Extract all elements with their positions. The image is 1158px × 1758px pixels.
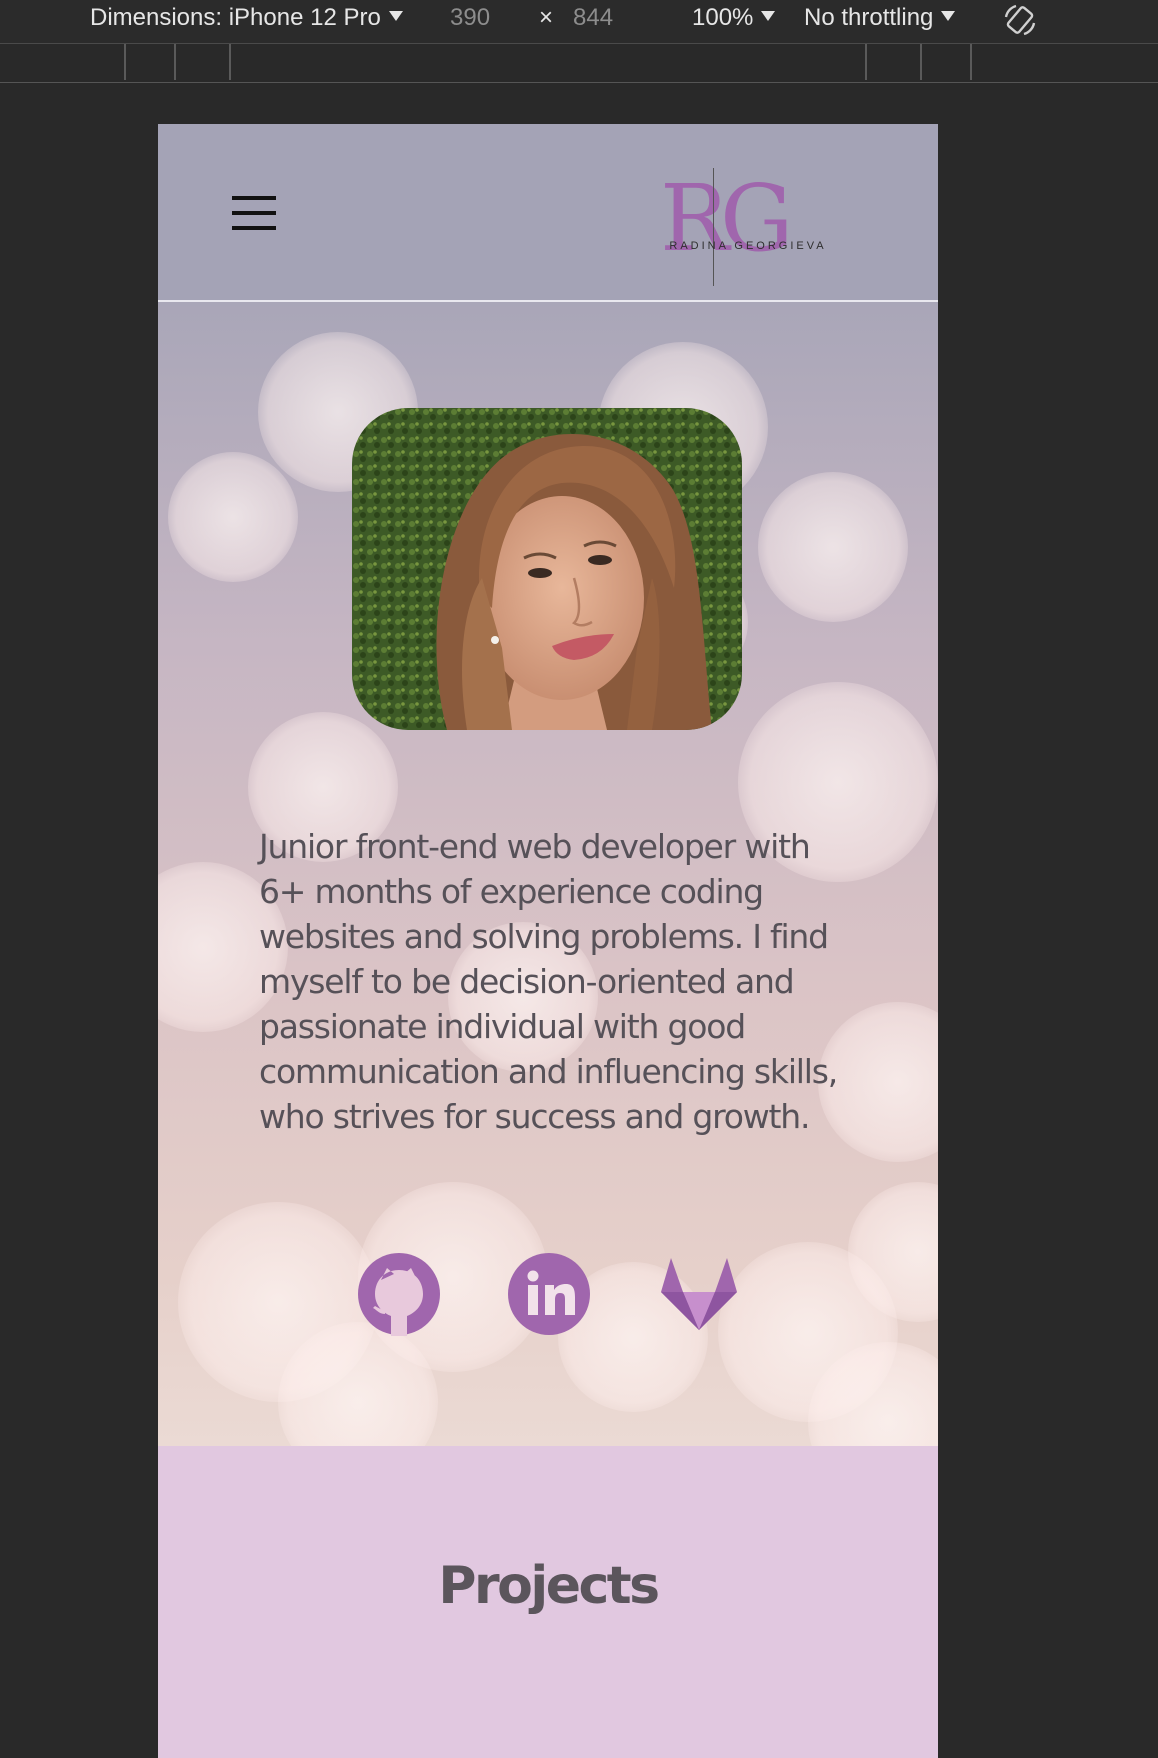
device-dimensions-label: Dimensions: iPhone 12 Pro [90,4,381,31]
throttling-label: No throttling [804,4,934,31]
dimension-times-sign: × [539,4,554,31]
throttling-dropdown[interactable]: No throttling [804,3,956,33]
ruler-breakpoint-mark[interactable] [229,44,231,80]
gitlab-icon [661,1258,737,1330]
device-viewport: R G RADINA GEORGIEVA Junior front-end we… [158,124,938,1758]
chevron-down-icon [761,11,776,21]
site-header: R G RADINA GEORGIEVA [158,124,938,302]
device-dimensions-dropdown[interactable]: Dimensions: iPhone 12 Pro [90,3,403,33]
devtools-device-toolbar: Dimensions: iPhone 12 Pro 390 × 844 100%… [0,0,1158,44]
width-input[interactable]: 390 [450,3,490,33]
chevron-down-icon [941,11,956,21]
logo-divider [713,168,714,286]
menu-bar [232,226,276,230]
menu-bar [232,211,276,215]
hero-section: Junior front-end web developer with 6+ m… [158,302,938,1446]
profile-photo [352,408,742,730]
bio-text: Junior front-end web developer with 6+ m… [259,827,838,1136]
chevron-down-icon [388,11,403,21]
projects-heading: Projects [438,1556,660,1616]
logo-letter-r: R [660,165,730,272]
projects-section: Projects [158,1446,938,1758]
menu-bar [232,196,276,200]
ruler-breakpoint-mark[interactable] [970,44,972,80]
rotate-device-icon[interactable] [1002,2,1038,38]
github-link[interactable] [357,1252,441,1336]
ruler-breakpoint-mark[interactable] [865,44,867,80]
ruler-breakpoint-mark[interactable] [920,44,922,80]
hamburger-menu-icon[interactable] [232,196,276,232]
zoom-dropdown[interactable]: 100% [692,3,776,33]
gitlab-link[interactable] [657,1252,741,1336]
height-input[interactable]: 844 [573,3,613,33]
zoom-label: 100% [692,4,754,31]
linkedin-icon [508,1253,590,1335]
linkedin-link[interactable] [507,1252,591,1336]
devtools-media-query-ruler [0,44,1158,83]
site-logo[interactable]: R G RADINA GEORGIEVA [658,164,838,286]
github-icon [358,1253,440,1336]
ruler-breakpoint-mark[interactable] [124,44,126,80]
logo-letter-g: G [720,165,794,272]
ruler-breakpoint-mark[interactable] [174,44,176,80]
logo-name-text: RADINA GEORGIEVA [669,240,827,252]
